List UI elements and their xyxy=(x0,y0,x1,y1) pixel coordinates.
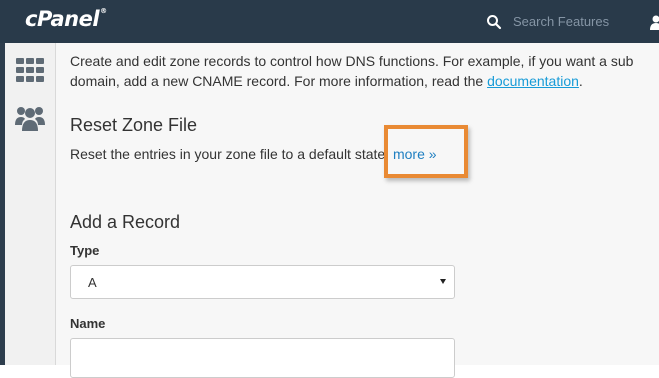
reset-more-link[interactable]: more » xyxy=(393,146,437,162)
top-navigation-bar: cPanel® xyxy=(0,0,659,43)
intro-line-1: Create and edit zone records to control … xyxy=(70,51,659,71)
add-a-record-heading: Add a Record xyxy=(70,212,180,233)
intro-text: Create and edit zone records to control … xyxy=(70,51,659,91)
intro-line-2: domain, add a new CNAME record. For more… xyxy=(70,71,659,91)
intro-line-2-end: . xyxy=(579,73,583,89)
sidebar xyxy=(5,43,56,365)
record-name-input[interactable] xyxy=(70,338,455,378)
cpanel-logo[interactable]: cPanel® xyxy=(25,7,107,31)
intro-line-2-text: domain, add a new CNAME record. For more… xyxy=(70,73,487,89)
record-type-select[interactable]: A xyxy=(70,265,455,299)
reset-zone-file-description: Reset the entries in your zone file to a… xyxy=(70,146,437,162)
users-group-icon[interactable] xyxy=(15,103,45,133)
dropdown-caret-icon xyxy=(440,279,446,284)
grid-apps-icon[interactable] xyxy=(15,55,45,85)
documentation-link[interactable]: documentation xyxy=(487,73,579,89)
reset-description-text: Reset the entries in your zone file to a… xyxy=(70,146,389,162)
logo-text: cPanel xyxy=(25,7,99,31)
registered-mark: ® xyxy=(100,7,107,15)
reset-zone-file-heading: Reset Zone File xyxy=(70,115,197,136)
search-features-input[interactable] xyxy=(507,10,649,32)
record-type-value: A xyxy=(88,275,97,290)
search-icon[interactable] xyxy=(486,14,502,30)
name-label: Name xyxy=(70,316,105,331)
type-label: Type xyxy=(70,243,99,258)
user-icon[interactable] xyxy=(650,14,659,30)
main-content: Create and edit zone records to control … xyxy=(56,43,659,365)
